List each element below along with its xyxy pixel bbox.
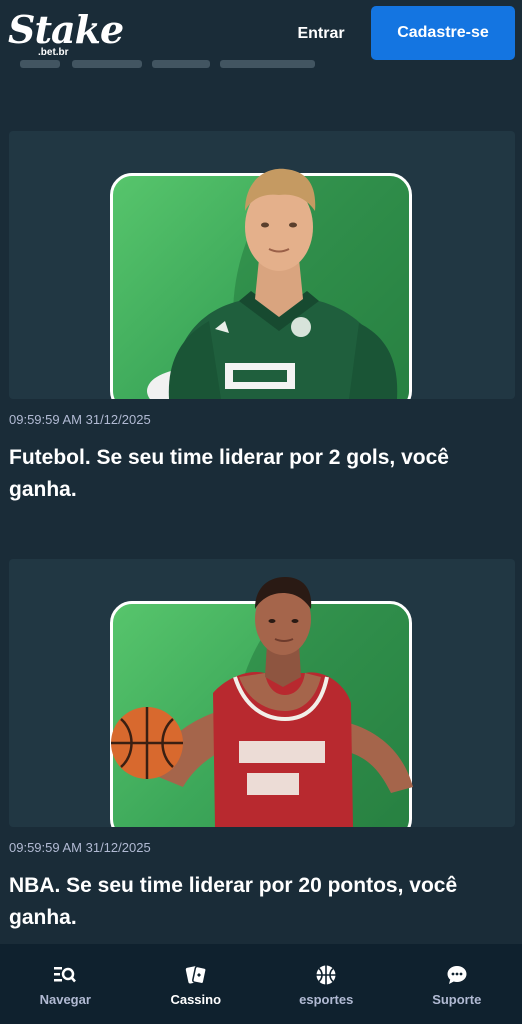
promo-timestamp: 09:59:59 AM 31/12/2025 bbox=[9, 840, 151, 855]
basketball-icon bbox=[315, 964, 337, 986]
promo-image-football[interactable] bbox=[9, 131, 515, 399]
stake-logo[interactable]: Stake .bet.br bbox=[8, 10, 124, 60]
bottom-navigation: Navegar Cassino esportes Suporte bbox=[0, 944, 522, 1024]
nav-label: Navegar bbox=[39, 992, 91, 1007]
register-button[interactable]: Cadastre-se bbox=[371, 6, 515, 60]
promo-headline[interactable]: Futebol. Se seu time liderar por 2 gols,… bbox=[9, 442, 509, 506]
football-player-illustration bbox=[147, 168, 398, 399]
nav-label: esportes bbox=[299, 992, 354, 1007]
login-button[interactable]: Entrar bbox=[284, 18, 358, 50]
cards-icon bbox=[185, 964, 207, 986]
promo-headline[interactable]: NBA. Se seu time liderar por 20 pontos, … bbox=[9, 870, 509, 934]
nav-casino[interactable]: Cassino bbox=[131, 944, 262, 1024]
chat-icon bbox=[446, 964, 468, 986]
promo-timestamp: 09:59:59 AM 31/12/2025 bbox=[9, 412, 151, 427]
nav-sports[interactable]: esportes bbox=[261, 944, 392, 1024]
browse-icon bbox=[54, 964, 77, 986]
nav-label: Cassino bbox=[170, 992, 222, 1007]
logo-wordmark: Stake bbox=[8, 7, 124, 52]
nav-browse[interactable]: Navegar bbox=[0, 944, 131, 1024]
nav-support[interactable]: Suporte bbox=[392, 944, 522, 1024]
basketball-player-illustration bbox=[111, 577, 413, 827]
clipped-previous-text bbox=[20, 56, 340, 70]
top-header: Stake .bet.br Entrar Cadastre-se bbox=[0, 0, 522, 72]
nav-label: Suporte bbox=[432, 992, 482, 1007]
promo-image-nba[interactable] bbox=[9, 559, 515, 827]
